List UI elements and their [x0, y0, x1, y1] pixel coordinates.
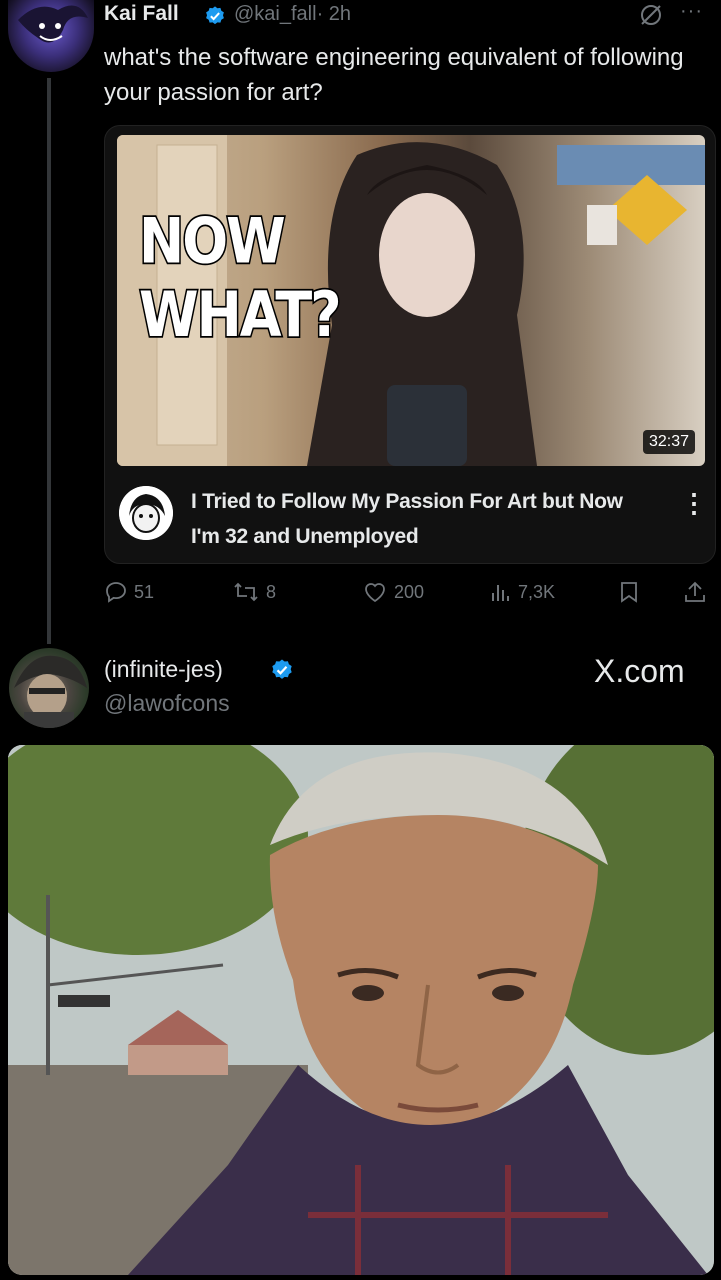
video-thumbnail[interactable]: NOW WHAT? 32:37 — [117, 135, 705, 466]
share-button[interactable] — [682, 578, 714, 606]
verified-badge-icon — [272, 659, 292, 679]
reply-icon — [106, 582, 126, 603]
bookmark-icon — [621, 582, 637, 603]
share-icon — [685, 581, 705, 602]
view-count: 7,3K — [518, 581, 556, 602]
video-card[interactable]: NOW WHAT? 32:37 I Tried to Follow My Pas… — [104, 125, 716, 564]
video-title[interactable]: I Tried to Follow My Passion For Art but… — [191, 484, 651, 554]
grok-icon[interactable] — [638, 2, 664, 28]
infinite-jes-avatar[interactable] — [9, 648, 89, 728]
author-handle-and-time[interactable]: @kai_fall· 2h — [234, 3, 351, 26]
repost-count: 8 — [266, 581, 277, 602]
like-count: 200 — [394, 581, 425, 602]
thumbnail-caption: NOW WHAT? — [138, 203, 344, 353]
views-icon — [492, 585, 509, 601]
post-photo[interactable] — [8, 745, 714, 1275]
author-handle[interactable]: @kai_fall — [234, 3, 317, 25]
bookmark-button[interactable] — [618, 578, 646, 606]
author-handle[interactable]: @lawofcons — [104, 690, 230, 717]
thread-line — [47, 78, 51, 644]
thumbnail-caption-line2: WHAT? — [138, 277, 344, 353]
x-com-watermark: X.com — [594, 653, 685, 689]
tweet-text: what's the software engineering equivale… — [104, 44, 684, 106]
repost-icon — [234, 582, 258, 602]
kebab-menu-icon[interactable]: ⋮ — [681, 488, 707, 519]
avatar-creature-illustration — [18, 5, 88, 43]
thumbnail-caption-line1: NOW — [138, 203, 288, 279]
man-portrait-photo — [8, 745, 714, 1275]
reply-button[interactable]: 51 — [104, 578, 154, 606]
post-time[interactable]: · 2h — [317, 3, 351, 25]
more-icon[interactable]: ··· — [680, 0, 703, 23]
author-name[interactable]: (infinite-jes) — [104, 656, 223, 683]
like-icon — [365, 583, 385, 603]
verified-badge-icon — [206, 6, 224, 25]
avatar-photo-illustration — [14, 655, 87, 728]
reply-count: 51 — [134, 581, 155, 602]
channel-avatar[interactable] — [119, 486, 173, 540]
repost-button[interactable]: 8 — [232, 578, 276, 606]
like-button[interactable]: 200 — [362, 578, 424, 606]
video-duration: 32:37 — [642, 430, 695, 454]
channel-avatar-illustration — [119, 486, 173, 540]
author-name[interactable]: Kai Fall — [104, 2, 179, 26]
kai-fall-avatar[interactable] — [8, 0, 94, 72]
views-button[interactable]: 7,3K — [490, 578, 555, 606]
